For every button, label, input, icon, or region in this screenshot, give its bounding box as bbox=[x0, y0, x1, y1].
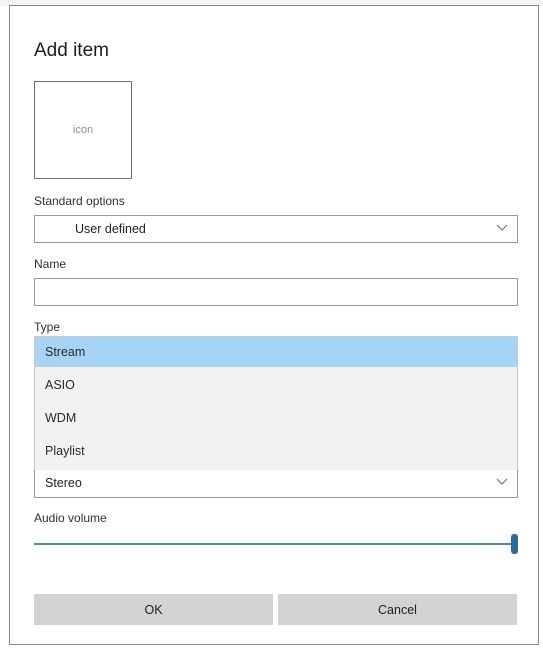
icon-placeholder-text: icon bbox=[72, 124, 94, 136]
channel-select[interactable]: Stereo bbox=[34, 470, 518, 498]
slider-track bbox=[34, 543, 513, 545]
audio-volume-slider[interactable] bbox=[34, 533, 518, 555]
slider-thumb[interactable] bbox=[511, 534, 518, 554]
type-dropdown-list: Stream ASIO WDM Playlist bbox=[34, 336, 518, 470]
cancel-button[interactable]: Cancel bbox=[278, 594, 517, 625]
standard-options-value: User defined bbox=[75, 222, 146, 236]
audio-volume-label: Audio volume bbox=[34, 511, 107, 525]
type-option-playlist[interactable]: Playlist bbox=[35, 436, 517, 466]
chevron-down-icon bbox=[496, 478, 508, 485]
icon-picker[interactable]: icon bbox=[34, 81, 132, 179]
dialog-title: Add item bbox=[34, 40, 109, 61]
type-option-asio[interactable]: ASIO bbox=[35, 370, 517, 400]
channel-select-value: Stereo bbox=[45, 476, 82, 490]
add-item-dialog: Add item icon Standard options User defi… bbox=[9, 5, 539, 645]
ok-button[interactable]: OK bbox=[34, 594, 273, 625]
name-input[interactable] bbox=[34, 278, 518, 306]
standard-options-label: Standard options bbox=[34, 194, 125, 208]
chevron-down-icon bbox=[496, 224, 508, 231]
type-option-wdm[interactable]: WDM bbox=[35, 403, 517, 433]
name-label: Name bbox=[34, 257, 67, 271]
standard-options-select[interactable]: User defined bbox=[34, 215, 518, 243]
type-label: Type bbox=[34, 320, 61, 334]
type-option-stream[interactable]: Stream bbox=[35, 337, 517, 367]
